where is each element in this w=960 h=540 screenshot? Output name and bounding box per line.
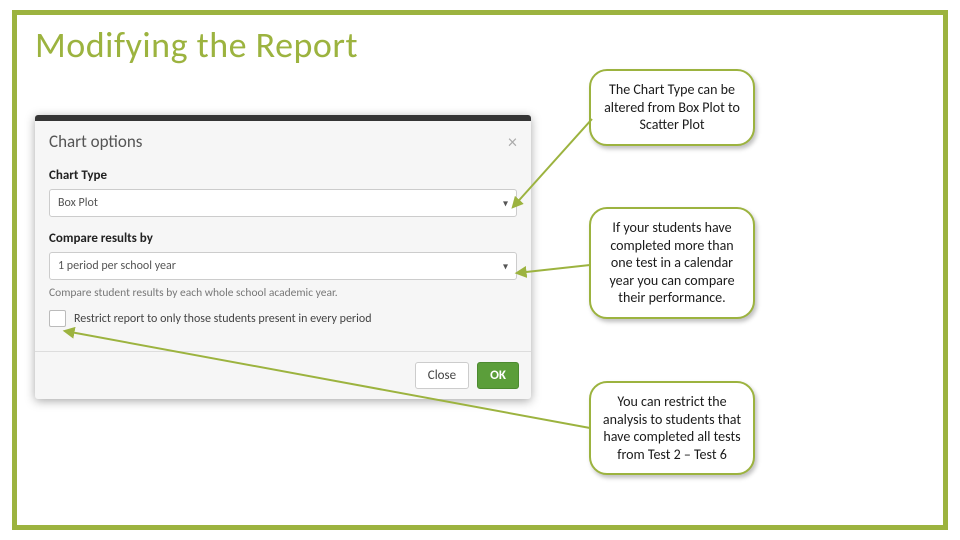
chart-type-select[interactable]: Box Plot ▾: [49, 189, 517, 217]
compare-by-help: Compare student results by each whole sc…: [49, 286, 517, 300]
chart-type-value: Box Plot: [58, 196, 98, 210]
chevron-down-icon: ▾: [503, 197, 508, 210]
compare-by-value: 1 period per school year: [58, 259, 176, 273]
modal-header: Chart options ×: [35, 121, 531, 164]
ok-button[interactable]: OK: [477, 362, 519, 389]
callout-restrict: You can restrict the analysis to student…: [589, 381, 755, 475]
compare-by-label: Compare results by: [49, 231, 517, 246]
chart-type-label: Chart Type: [49, 168, 517, 183]
chart-options-modal: Chart options × Chart Type Box Plot ▾ Co…: [35, 115, 531, 399]
chevron-down-icon: ▾: [503, 260, 508, 273]
close-button[interactable]: Close: [415, 362, 469, 389]
restrict-label: Restrict report to only those students p…: [74, 312, 372, 326]
compare-by-select[interactable]: 1 period per school year ▾: [49, 252, 517, 280]
slide-title: Modifying the Report: [35, 23, 358, 67]
close-icon[interactable]: ×: [508, 133, 517, 151]
modal-body: Chart Type Box Plot ▾ Compare results by…: [35, 168, 531, 351]
callout-chart-type: The Chart Type can be altered from Box P…: [589, 69, 755, 146]
callout-compare: If your students have completed more tha…: [589, 207, 755, 319]
modal-title: Chart options: [49, 131, 142, 152]
modal-footer: Close OK: [35, 351, 531, 399]
restrict-row: Restrict report to only those students p…: [49, 310, 517, 327]
restrict-checkbox[interactable]: [49, 310, 66, 327]
slide-frame: Modifying the Report Chart options × Cha…: [12, 10, 948, 530]
